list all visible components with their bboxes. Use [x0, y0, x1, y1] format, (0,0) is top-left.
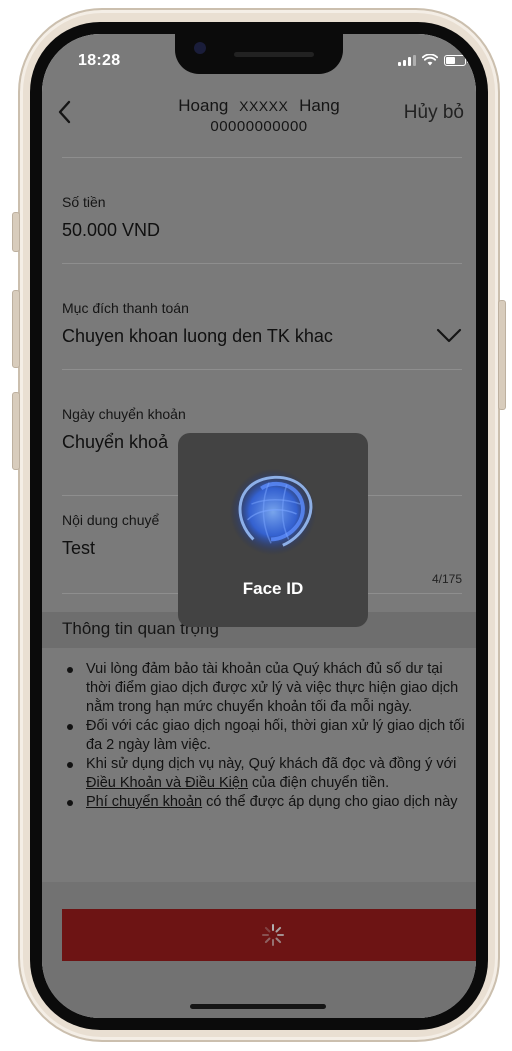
confirm-button[interactable]: [62, 909, 476, 961]
phone-screen: 18:28 Hoang XXXXX Hang 00000000000 Hủy b…: [42, 34, 476, 1018]
recipient-masked-name: XXXXX: [239, 98, 289, 114]
loading-spinner-icon: [262, 924, 284, 946]
status-icons: [398, 54, 469, 66]
home-indicator[interactable]: [190, 1004, 326, 1009]
info-text: của điện chuyển tiền.: [248, 775, 390, 791]
face-id-dialog: Face ID: [178, 433, 368, 627]
mute-switch: [12, 212, 20, 252]
volume-down-button: [12, 392, 20, 470]
previous-field-edge: [62, 150, 462, 158]
amount-field[interactable]: Số tiền 50.000 VND: [62, 194, 462, 264]
terms-link[interactable]: Điều Khoản và Điều Kiện: [86, 775, 248, 791]
face-id-scan-icon: [229, 468, 317, 556]
front-camera: [194, 42, 206, 54]
character-counter: 4/175: [431, 572, 462, 586]
amount-value: 50.000 VND: [62, 220, 161, 240]
amount-label: Số tiền: [62, 194, 106, 210]
info-item: Khi sử dụng dịch vụ này, Quý khách đã đọ…: [62, 755, 466, 793]
purpose-value: Chuyen khoan luong den TK khac: [62, 326, 333, 346]
recipient-last-name: Hang: [299, 96, 340, 115]
cellular-signal-icon: [398, 54, 416, 66]
purpose-label: Mục đích thanh toán: [62, 300, 189, 316]
status-time: 18:28: [78, 52, 121, 69]
app-header: Hoang XXXXX Hang 00000000000 Hủy bỏ: [42, 88, 476, 150]
important-info-list: Vui lòng đảm bảo tài khoản của Quý khách…: [62, 660, 466, 812]
wifi-icon: [422, 54, 438, 66]
info-text: Khi sử dụng dịch vụ này, Quý khách đã đọ…: [86, 756, 457, 772]
transfer-fee-link[interactable]: Phí chuyển khoản: [86, 794, 202, 810]
recipient-first-name: Hoang: [178, 96, 229, 115]
info-item: Đối với các giao dịch ngoại hối, thời gi…: [62, 717, 466, 755]
transfer-date-label: Ngày chuyển khoản: [62, 406, 186, 422]
volume-up-button: [12, 290, 20, 368]
chevron-down-icon[interactable]: [436, 328, 462, 344]
purpose-dropdown[interactable]: Mục đích thanh toán Chuyen khoan luong d…: [62, 300, 462, 370]
info-text: có thể được áp dụng cho giao dịch này: [202, 794, 458, 810]
info-item: Phí chuyển khoản có thể được áp dụng cho…: [62, 793, 466, 812]
battery-icon: [444, 54, 469, 66]
face-id-label: Face ID: [242, 579, 304, 598]
speaker-grille: [234, 52, 314, 57]
info-item: Vui lòng đảm bảo tài khoản của Quý khách…: [62, 660, 466, 717]
power-button: [498, 300, 506, 410]
cancel-button[interactable]: Hủy bỏ: [404, 102, 464, 124]
